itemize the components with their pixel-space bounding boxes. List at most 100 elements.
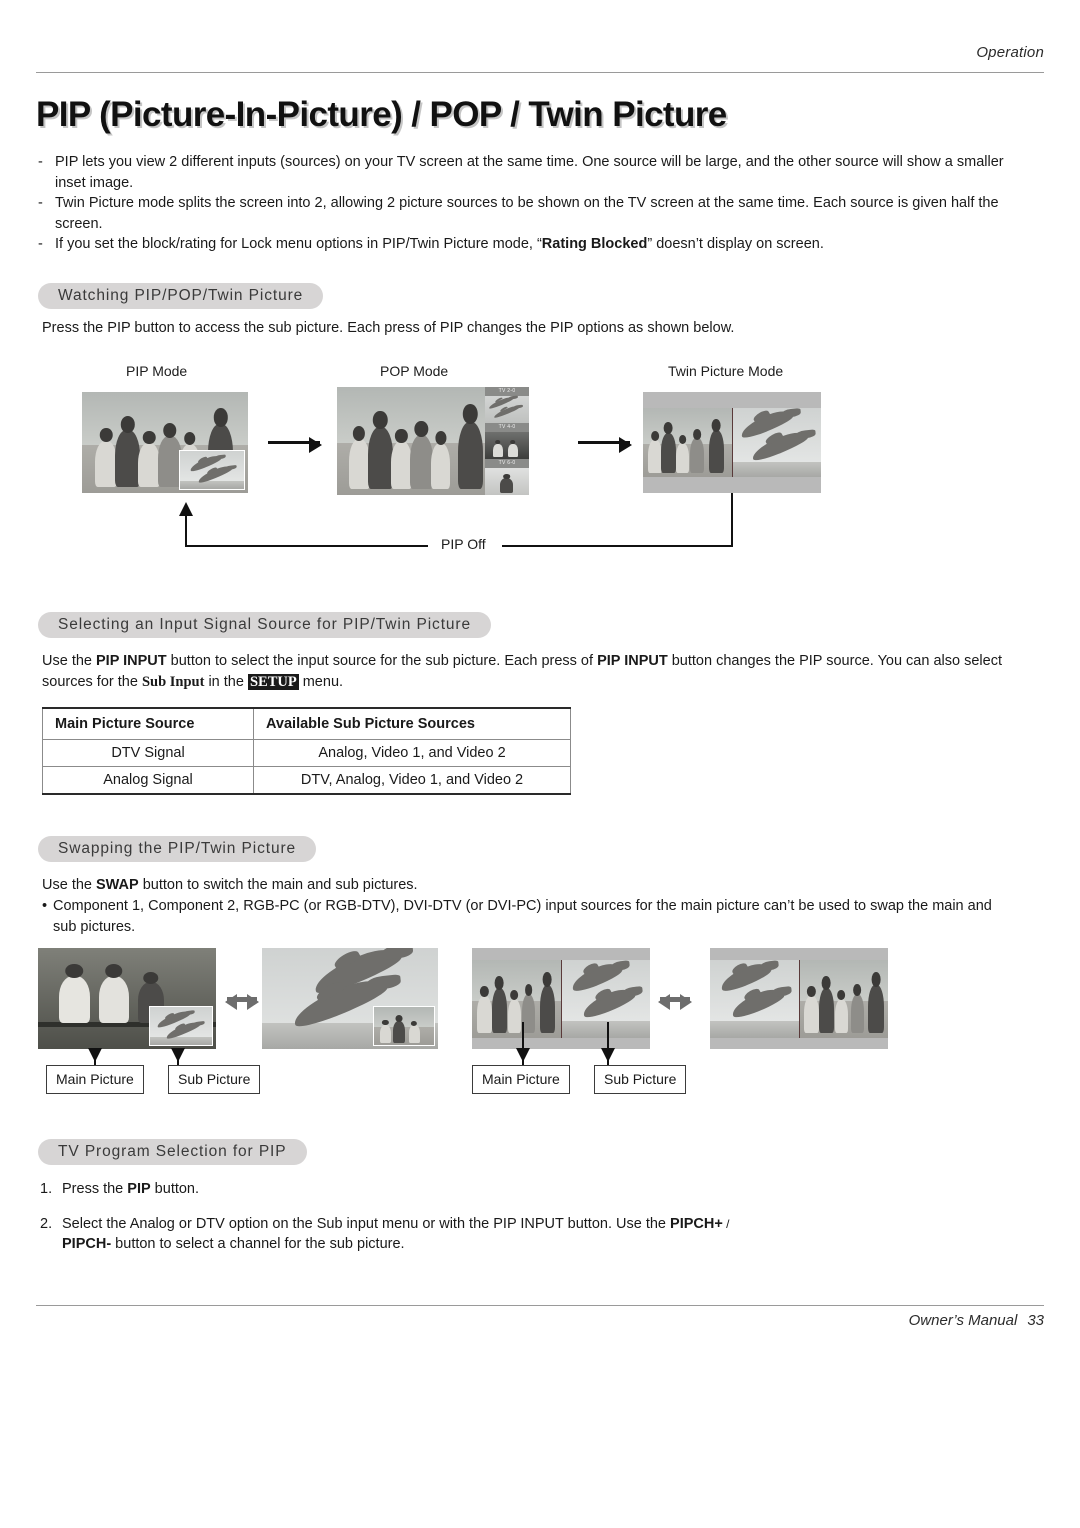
caption-pop-mode: POP Mode	[380, 363, 449, 379]
swap2-label-sub-picture: Sub Picture	[594, 1065, 687, 1094]
step-2-t1: Select the Analog or DTV option on the S…	[62, 1215, 671, 1232]
swap-warning-text: Component 1, Component 2, RGB-PC (or RGB…	[53, 898, 992, 935]
swap2-swapped-left-panel	[710, 960, 799, 1038]
step-1-b1: PIP	[127, 1181, 151, 1197]
caption-twin-picture-mode: Twin Picture Mode	[668, 363, 784, 379]
step-2-number: 2.	[40, 1215, 53, 1232]
intro-bullet-2-text: Twin Picture mode splits the screen into…	[55, 195, 999, 232]
loop-line-right-horizontal	[502, 545, 732, 547]
loop-line-left-horizontal	[185, 545, 428, 547]
table-row: DTV Signal Analog, Video 1, and Video 2	[42, 739, 571, 767]
intro-bullet-3-prefix: If you set the block/rating for Lock men…	[55, 236, 542, 252]
loop-arrow-up-icon	[179, 502, 193, 516]
pop-thumbnail-column: TV 2-0 TV 4-0 TV 6-0	[485, 387, 529, 495]
table-header-row: Main Picture Source Available Sub Pictur…	[42, 707, 571, 740]
twin-left-panel	[643, 408, 732, 477]
step-2-b1: PIPCH+	[670, 1215, 723, 1232]
flow-arrow-pip-to-pop	[268, 437, 322, 453]
loop-line-right-vertical	[731, 493, 733, 547]
swap2-sub-pointer-line	[607, 1022, 609, 1070]
table-row: Analog Signal DTV, Analog, Video 1, and …	[42, 766, 571, 795]
swapping-paragraph-2: • Component 1, Component 2, RGB-PC (or R…	[42, 896, 1002, 937]
watching-paragraph: Press the PIP button to access the sub p…	[42, 320, 735, 336]
swap2-swapped-right-panel	[799, 960, 888, 1038]
footer-manual-label: Owner’s Manual	[908, 1312, 1018, 1329]
sel-t5: menu.	[298, 673, 344, 690]
pop-mode-preview: TV 2-0 TV 4-0 TV 6-0	[337, 387, 529, 495]
swap2-main-pointer-line	[522, 1022, 524, 1070]
section-heading-swapping: Swapping the PIP/Twin Picture	[38, 836, 317, 862]
caption-pip-mode: PIP Mode	[126, 363, 188, 379]
header-divider	[36, 72, 1044, 73]
twin-right-panel	[732, 408, 821, 477]
swap2-bidirectional-arrow-icon	[658, 994, 692, 1010]
loop-line-left-vertical	[185, 516, 187, 546]
pop-thumbnail-1: TV 2-0	[485, 387, 529, 423]
pop-thumbnail-2-channel: TV 4-0	[485, 423, 529, 432]
intro-bullet-3: - If you set the block/rating for Lock m…	[38, 234, 1038, 255]
step-2: 2. Select the Analog or DTV option on th…	[40, 1214, 760, 1255]
step-2-t2: /	[722, 1216, 730, 1231]
swap2-right-panel	[561, 960, 650, 1038]
swap1-swapped-preview	[262, 948, 438, 1049]
cell-sub-sources: Analog, Video 1, and Video 2	[253, 739, 571, 767]
swap1-label-sub-picture: Sub Picture	[168, 1065, 261, 1094]
twin-picture-mode-preview	[643, 392, 821, 493]
pop-thumbnail-1-channel: TV 2-0	[485, 387, 529, 396]
intro-bullet-2: - Twin Picture mode splits the screen in…	[38, 193, 1038, 234]
twin-divider	[732, 408, 733, 477]
bullet-dot-icon: •	[42, 898, 48, 914]
sel-b2: PIP INPUT	[597, 653, 668, 669]
swap2-left-panel	[472, 960, 561, 1038]
step-2-t3: button to select a channel for the sub p…	[111, 1236, 405, 1252]
swap1-sub-pointer-arrow-icon	[171, 1048, 185, 1062]
swap1-label-main-picture: Main Picture	[46, 1065, 144, 1094]
swap2-main-preview	[472, 948, 650, 1049]
tv-program-steps: 1. Press the PIP button. 2. Select the A…	[40, 1179, 760, 1269]
footer-page-number: 33	[1027, 1312, 1044, 1329]
section-heading-watching: Watching PIP/POP/Twin Picture	[38, 283, 324, 309]
intro-bullet-1: - PIP lets you view 2 different inputs (…	[38, 152, 1038, 193]
pip-mode-preview	[82, 392, 248, 493]
flow-arrow-pop-to-twin	[578, 437, 632, 453]
swap1-bidirectional-arrow-icon	[225, 994, 259, 1010]
swap2-swapped-preview	[710, 948, 888, 1049]
sel-t2: button to select the input source for th…	[166, 653, 598, 669]
section-heading-tv-program: TV Program Selection for PIP	[38, 1139, 307, 1165]
cell-main-source: Analog Signal	[42, 766, 254, 795]
selecting-paragraph: Use the PIP INPUT button to select the i…	[42, 651, 1002, 692]
table-col-main-source: Main Picture Source	[42, 707, 254, 740]
footer: Owner’s Manual 33	[36, 1312, 1044, 1329]
pop-thumbnail-3-channel: TV 6-0	[485, 459, 529, 468]
input-source-table: Main Picture Source Available Sub Pictur…	[42, 707, 571, 795]
intro-bullet-1-text: PIP lets you view 2 different inputs (so…	[55, 154, 1004, 191]
swap2-divider	[561, 960, 562, 1038]
step-1-t1: Press the	[62, 1181, 128, 1197]
step-1: 1. Press the PIP button.	[40, 1179, 760, 1200]
manual-page: Operation PIP (Picture-In-Picture) / POP…	[0, 0, 1080, 1528]
section-heading-selecting-input: Selecting an Input Signal Source for PIP…	[38, 612, 492, 638]
intro-bullet-list: - PIP lets you view 2 different inputs (…	[38, 152, 1038, 255]
cell-sub-sources: DTV, Analog, Video 1, and Video 2	[253, 766, 571, 795]
bullet-dash-icon: -	[38, 236, 43, 252]
swap2-swapped-divider	[799, 960, 800, 1038]
pop-thumbnail-2: TV 4-0	[485, 423, 529, 459]
swap1-main-pointer-arrow-icon	[88, 1048, 102, 1062]
step-2-b2: PIPCH-	[62, 1236, 112, 1252]
sel-t1: Use the	[42, 653, 96, 669]
running-header-section: Operation	[976, 44, 1044, 61]
sel-b1: PIP INPUT	[96, 653, 167, 669]
swap2-main-pointer-arrow-icon	[516, 1048, 530, 1062]
swapping-paragraph-1: Use the SWAP button to switch the main a…	[42, 875, 1002, 896]
pop-thumbnail-3: TV 6-0	[485, 459, 529, 495]
table-col-sub-sources: Available Sub Picture Sources	[253, 707, 571, 740]
swap-t2: button to switch the main and sub pictur…	[138, 877, 418, 893]
pip-inset-sub-picture	[179, 450, 245, 490]
swap1-inset-sub-picture	[373, 1006, 435, 1046]
step-1-number: 1.	[40, 1181, 53, 1197]
swap1-inset-sub-picture	[149, 1006, 213, 1046]
swap1-main-preview	[38, 948, 216, 1049]
page-title: PIP (Picture-In-Picture) / POP / Twin Pi…	[36, 95, 727, 134]
step-1-t2: button.	[150, 1181, 200, 1197]
swap-b1: SWAP	[96, 877, 139, 893]
